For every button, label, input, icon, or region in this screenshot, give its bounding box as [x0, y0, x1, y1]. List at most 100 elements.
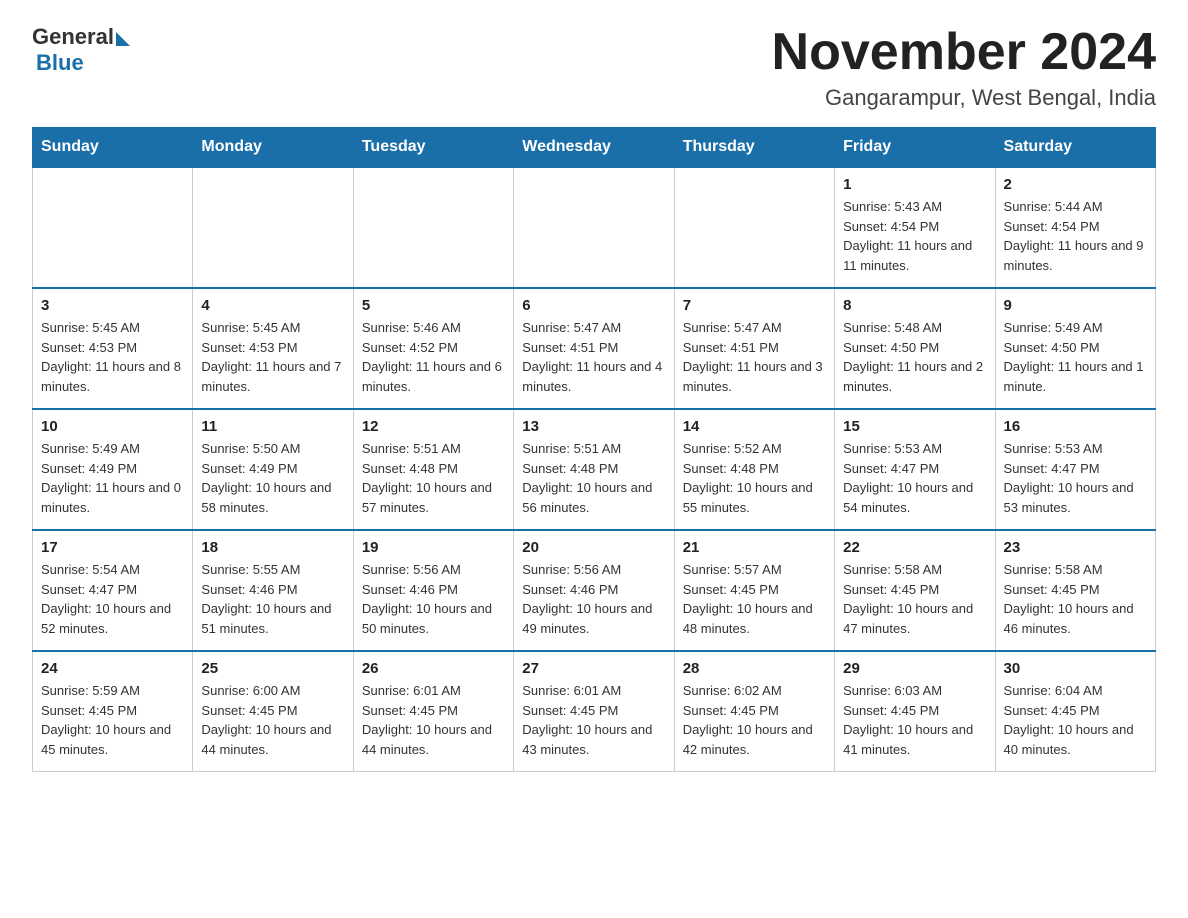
day-number: 2 [1004, 176, 1147, 193]
day-number: 3 [41, 297, 184, 314]
day-number: 28 [683, 660, 826, 677]
day-info: Sunrise: 5:51 AMSunset: 4:48 PMDaylight:… [522, 439, 665, 517]
calendar-day-cell: 2 Sunrise: 5:44 AMSunset: 4:54 PMDaylight… [995, 167, 1155, 288]
day-number: 4 [201, 297, 344, 314]
calendar-day-cell: 25 Sunrise: 6:00 AMSunset: 4:45 PMDayligh… [193, 651, 353, 772]
calendar-day-cell [193, 167, 353, 288]
day-info: Sunrise: 5:54 AMSunset: 4:47 PMDaylight:… [41, 560, 184, 638]
calendar-week-row: 3 Sunrise: 5:45 AMSunset: 4:53 PMDaylight… [33, 288, 1156, 409]
calendar-day-cell: 8Sunrise: 5:48 AMSunset: 4:50 PMDaylight… [835, 288, 995, 409]
logo: General Blue [32, 24, 130, 76]
day-info: Sunrise: 5:45 AMSunset: 4:53 PMDaylight:… [41, 318, 184, 396]
day-number: 25 [201, 660, 344, 677]
day-info: Sunrise: 6:00 AMSunset: 4:45 PMDaylight:… [201, 681, 344, 759]
calendar-day-cell: 12Sunrise: 5:51 AMSunset: 4:48 PMDayligh… [353, 409, 513, 530]
calendar-day-cell: 24 Sunrise: 5:59 AMSunset: 4:45 PMDayligh… [33, 651, 193, 772]
calendar-day-cell [674, 167, 834, 288]
day-info: Sunrise: 5:56 AMSunset: 4:46 PMDaylight:… [362, 560, 505, 638]
calendar-day-cell: 29 Sunrise: 6:03 AMSunset: 4:45 PMDayligh… [835, 651, 995, 772]
calendar-day-cell: 15 Sunrise: 5:53 AMSunset: 4:47 PMDayligh… [835, 409, 995, 530]
col-header-tuesday: Tuesday [353, 128, 513, 168]
day-number: 5 [362, 297, 505, 314]
calendar-week-row: 24 Sunrise: 5:59 AMSunset: 4:45 PMDayligh… [33, 651, 1156, 772]
day-info: Sunrise: 5:58 AMSunset: 4:45 PMDaylight:… [843, 560, 986, 638]
calendar-table: SundayMondayTuesdayWednesdayThursdayFrid… [32, 127, 1156, 772]
col-header-friday: Friday [835, 128, 995, 168]
day-number: 22 [843, 539, 986, 556]
day-number: 6 [522, 297, 665, 314]
day-info: Sunrise: 5:44 AMSunset: 4:54 PMDaylight:… [1004, 197, 1147, 275]
calendar-day-cell: 26 Sunrise: 6:01 AMSunset: 4:45 PMDayligh… [353, 651, 513, 772]
day-info: Sunrise: 5:53 AMSunset: 4:47 PMDaylight:… [843, 439, 986, 517]
col-header-monday: Monday [193, 128, 353, 168]
location-title: Gangarampur, West Bengal, India [772, 85, 1156, 111]
logo-blue-text: Blue [36, 50, 84, 76]
day-number: 29 [843, 660, 986, 677]
calendar-day-cell: 30 Sunrise: 6:04 AMSunset: 4:45 PMDayligh… [995, 651, 1155, 772]
day-number: 30 [1004, 660, 1147, 677]
day-info: Sunrise: 6:03 AMSunset: 4:45 PMDaylight:… [843, 681, 986, 759]
calendar-day-cell: 16Sunrise: 5:53 AMSunset: 4:47 PMDayligh… [995, 409, 1155, 530]
day-info: Sunrise: 5:49 AMSunset: 4:50 PMDaylight:… [1004, 318, 1147, 396]
day-info: Sunrise: 6:02 AMSunset: 4:45 PMDaylight:… [683, 681, 826, 759]
calendar-day-cell: 28 Sunrise: 6:02 AMSunset: 4:45 PMDayligh… [674, 651, 834, 772]
day-info: Sunrise: 5:51 AMSunset: 4:48 PMDaylight:… [362, 439, 505, 517]
logo-triangle-icon [116, 32, 130, 46]
day-number: 1 [843, 176, 986, 193]
logo-general-text: General [32, 24, 114, 50]
calendar-day-cell: 3 Sunrise: 5:45 AMSunset: 4:53 PMDaylight… [33, 288, 193, 409]
calendar-day-cell [33, 167, 193, 288]
calendar-day-cell: 1 Sunrise: 5:43 AMSunset: 4:54 PMDaylight… [835, 167, 995, 288]
calendar-day-cell [353, 167, 513, 288]
day-number: 23 [1004, 539, 1147, 556]
calendar-day-cell: 10 Sunrise: 5:49 AMSunset: 4:49 PMDayligh… [33, 409, 193, 530]
day-number: 13 [522, 418, 665, 435]
day-info: Sunrise: 5:55 AMSunset: 4:46 PMDaylight:… [201, 560, 344, 638]
calendar-day-cell: 14 Sunrise: 5:52 AMSunset: 4:48 PMDayligh… [674, 409, 834, 530]
day-number: 19 [362, 539, 505, 556]
day-info: Sunrise: 5:48 AMSunset: 4:50 PMDaylight:… [843, 318, 986, 396]
day-info: Sunrise: 5:46 AMSunset: 4:52 PMDaylight:… [362, 318, 505, 396]
page-header: General Blue November 2024 Gangarampur, … [32, 24, 1156, 111]
col-header-wednesday: Wednesday [514, 128, 674, 168]
day-info: Sunrise: 5:47 AMSunset: 4:51 PMDaylight:… [522, 318, 665, 396]
day-number: 26 [362, 660, 505, 677]
calendar-week-row: 1 Sunrise: 5:43 AMSunset: 4:54 PMDaylight… [33, 167, 1156, 288]
day-info: Sunrise: 6:01 AMSunset: 4:45 PMDaylight:… [522, 681, 665, 759]
day-number: 24 [41, 660, 184, 677]
calendar-day-cell: 11 Sunrise: 5:50 AMSunset: 4:49 PMDayligh… [193, 409, 353, 530]
day-number: 7 [683, 297, 826, 314]
day-info: Sunrise: 5:43 AMSunset: 4:54 PMDaylight:… [843, 197, 986, 275]
day-number: 14 [683, 418, 826, 435]
calendar-day-cell: 18 Sunrise: 5:55 AMSunset: 4:46 PMDayligh… [193, 530, 353, 651]
day-info: Sunrise: 5:56 AMSunset: 4:46 PMDaylight:… [522, 560, 665, 638]
day-number: 20 [522, 539, 665, 556]
calendar-week-row: 10 Sunrise: 5:49 AMSunset: 4:49 PMDayligh… [33, 409, 1156, 530]
calendar-day-cell: 22 Sunrise: 5:58 AMSunset: 4:45 PMDayligh… [835, 530, 995, 651]
calendar-day-cell: 6 Sunrise: 5:47 AMSunset: 4:51 PMDaylight… [514, 288, 674, 409]
day-info: Sunrise: 5:45 AMSunset: 4:53 PMDaylight:… [201, 318, 344, 396]
col-header-sunday: Sunday [33, 128, 193, 168]
day-info: Sunrise: 5:59 AMSunset: 4:45 PMDaylight:… [41, 681, 184, 759]
day-info: Sunrise: 5:49 AMSunset: 4:49 PMDaylight:… [41, 439, 184, 517]
col-header-thursday: Thursday [674, 128, 834, 168]
day-number: 9 [1004, 297, 1147, 314]
day-info: Sunrise: 6:01 AMSunset: 4:45 PMDaylight:… [362, 681, 505, 759]
day-info: Sunrise: 6:04 AMSunset: 4:45 PMDaylight:… [1004, 681, 1147, 759]
day-number: 15 [843, 418, 986, 435]
day-number: 10 [41, 418, 184, 435]
calendar-day-cell: 17Sunrise: 5:54 AMSunset: 4:47 PMDayligh… [33, 530, 193, 651]
day-number: 27 [522, 660, 665, 677]
calendar-day-cell: 23Sunrise: 5:58 AMSunset: 4:45 PMDayligh… [995, 530, 1155, 651]
day-number: 11 [201, 418, 344, 435]
calendar-week-row: 17Sunrise: 5:54 AMSunset: 4:47 PMDayligh… [33, 530, 1156, 651]
calendar-day-cell: 27 Sunrise: 6:01 AMSunset: 4:45 PMDayligh… [514, 651, 674, 772]
day-info: Sunrise: 5:50 AMSunset: 4:49 PMDaylight:… [201, 439, 344, 517]
calendar-day-cell: 7Sunrise: 5:47 AMSunset: 4:51 PMDaylight… [674, 288, 834, 409]
calendar-day-cell: 19 Sunrise: 5:56 AMSunset: 4:46 PMDayligh… [353, 530, 513, 651]
day-number: 18 [201, 539, 344, 556]
col-header-saturday: Saturday [995, 128, 1155, 168]
day-info: Sunrise: 5:52 AMSunset: 4:48 PMDaylight:… [683, 439, 826, 517]
day-number: 16 [1004, 418, 1147, 435]
calendar-header-row: SundayMondayTuesdayWednesdayThursdayFrid… [33, 128, 1156, 168]
